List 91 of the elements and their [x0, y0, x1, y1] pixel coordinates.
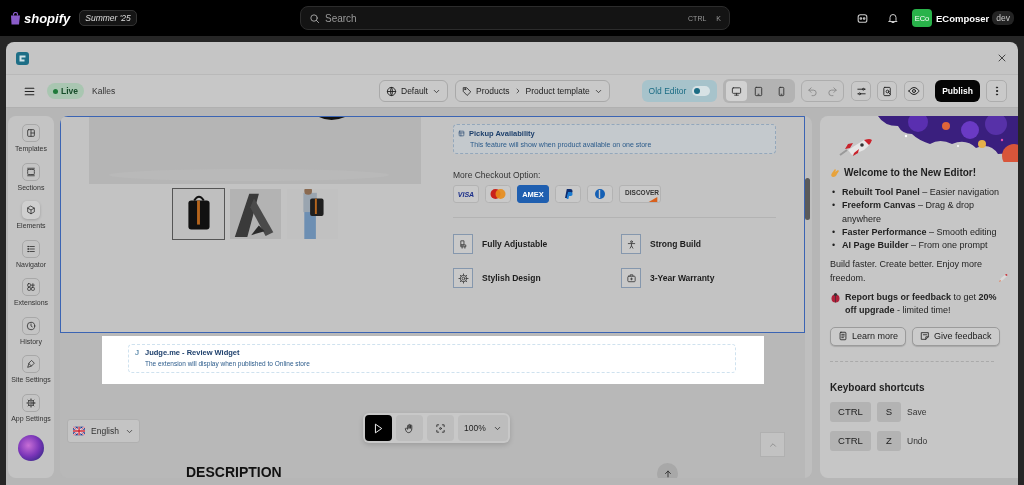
- desktop-icon: [730, 85, 742, 97]
- focus-icon: [435, 422, 446, 434]
- grid-icon: [26, 282, 36, 292]
- bell-icon[interactable]: [886, 12, 899, 24]
- bullet: •: [832, 225, 837, 239]
- eye-icon: [908, 85, 920, 97]
- hand-icon: [404, 422, 415, 434]
- gear-icon: [26, 397, 36, 408]
- app-logo-icon: [16, 51, 29, 65]
- close-button[interactable]: [996, 52, 1008, 64]
- breadcrumb-item[interactable]: Product template: [525, 86, 590, 96]
- key-cap: Z: [877, 430, 901, 451]
- device-button[interactable]: [725, 81, 747, 101]
- rocket-icon: [838, 136, 874, 156]
- feature-label: Stylish Design: [482, 273, 541, 283]
- search-field[interactable]: Search: [325, 12, 679, 24]
- zoom-dropdown[interactable]: 100%: [458, 415, 508, 441]
- theme-name: Kalles: [92, 86, 116, 96]
- arrow-up-icon: [662, 468, 673, 478]
- tag-icon: [462, 86, 472, 96]
- payment-logo: [485, 185, 511, 203]
- globe-icon: [386, 85, 397, 97]
- widget-logo: J: [135, 348, 139, 357]
- bullet: •: [832, 199, 837, 213]
- sliders-icon: [855, 85, 867, 97]
- brush-icon: [26, 359, 36, 369]
- section-heading: DESCRIPTION: [186, 464, 282, 478]
- bullet: •: [832, 239, 837, 253]
- key-cap: CTRL: [830, 430, 871, 451]
- store-badge: dev: [992, 11, 1014, 25]
- back-to-top-button[interactable]: [657, 463, 678, 478]
- key-cap: S: [877, 401, 901, 422]
- shopping-bag-icon[interactable]: [10, 11, 21, 25]
- figure-icon: [625, 238, 637, 250]
- feature-label: 3-Year Warranty: [650, 273, 715, 283]
- key-cap: CTRL: [830, 401, 871, 422]
- sections-icon: [26, 166, 36, 177]
- document-icon: [838, 331, 848, 342]
- preview-button[interactable]: [904, 81, 924, 101]
- undo-icon: [806, 85, 818, 97]
- status-badge: Live: [47, 83, 84, 99]
- list-icon: [26, 243, 36, 254]
- breadcrumb[interactable]: Products Product template: [455, 80, 610, 102]
- panel-button[interactable]: Give feedback: [912, 326, 1000, 346]
- store-name[interactable]: EComposer: [935, 12, 990, 24]
- scrollbar[interactable]: [805, 116, 812, 478]
- section-title: Keyboard shortcuts: [830, 381, 926, 393]
- feature-text: Rebuilt Tool Panel – Easier navigation: [842, 186, 999, 199]
- feature-text: AI Page Builder – From one prompt: [842, 239, 988, 253]
- feature-label: Fully Adjustable: [482, 239, 548, 249]
- briefcase-icon: [625, 272, 637, 284]
- preset-dropdown[interactable]: Default: [379, 80, 448, 102]
- orb-icon[interactable]: [18, 435, 44, 461]
- pointer-icon: [373, 422, 384, 434]
- panel-button[interactable]: Learn more: [830, 326, 907, 346]
- redo-icon: [827, 85, 839, 97]
- checkout-label: More Checkout Option:: [453, 170, 542, 180]
- clock-icon: [26, 320, 36, 331]
- shortcut-action: Save: [907, 406, 927, 417]
- robot-icon[interactable]: [855, 11, 869, 25]
- shortcut-action: Undo: [907, 435, 928, 446]
- store-icon: [458, 130, 465, 137]
- bullet: •: [832, 186, 837, 199]
- search-icon: [309, 12, 320, 24]
- tablet-icon: [753, 85, 765, 97]
- bug-icon: [830, 292, 841, 304]
- language-dropdown[interactable]: English: [67, 419, 140, 443]
- promo-text: Report bugs or feedback to get 20% off upgrade - limited time!: [845, 291, 998, 318]
- feature-text: Faster Performance – Smooth editing: [842, 225, 997, 239]
- tagline-text: Build faster. Create better. Enjoy more freedom.: [830, 258, 984, 285]
- edition-badge: Summer '25: [79, 10, 137, 26]
- breadcrumb-item[interactable]: Products: [476, 86, 510, 96]
- publish-button[interactable]: Publish: [935, 80, 980, 102]
- flag-icon: [73, 426, 86, 436]
- tool-button[interactable]: [365, 415, 392, 441]
- payment-logo: [555, 185, 581, 203]
- rocket-icon: [998, 273, 1008, 284]
- layout-icon: [26, 128, 36, 138]
- waving-hand-icon: [830, 167, 840, 178]
- inspect-icon: [881, 85, 893, 97]
- note-icon: [920, 331, 931, 342]
- inspect-button[interactable]: [877, 81, 897, 101]
- settings-button[interactable]: [851, 81, 871, 101]
- gear-icon: [457, 272, 469, 284]
- feature-text: Freeform Canvas – Drag & drop anywhere: [842, 199, 976, 226]
- close-icon: [996, 52, 1008, 64]
- cube-icon: [26, 205, 36, 215]
- logo-text[interactable]: shopify: [24, 10, 71, 26]
- panel-heading: Welcome to the New Editor!: [844, 167, 977, 178]
- payment-logo: [587, 185, 613, 203]
- feature-label: Strong Build: [650, 239, 701, 249]
